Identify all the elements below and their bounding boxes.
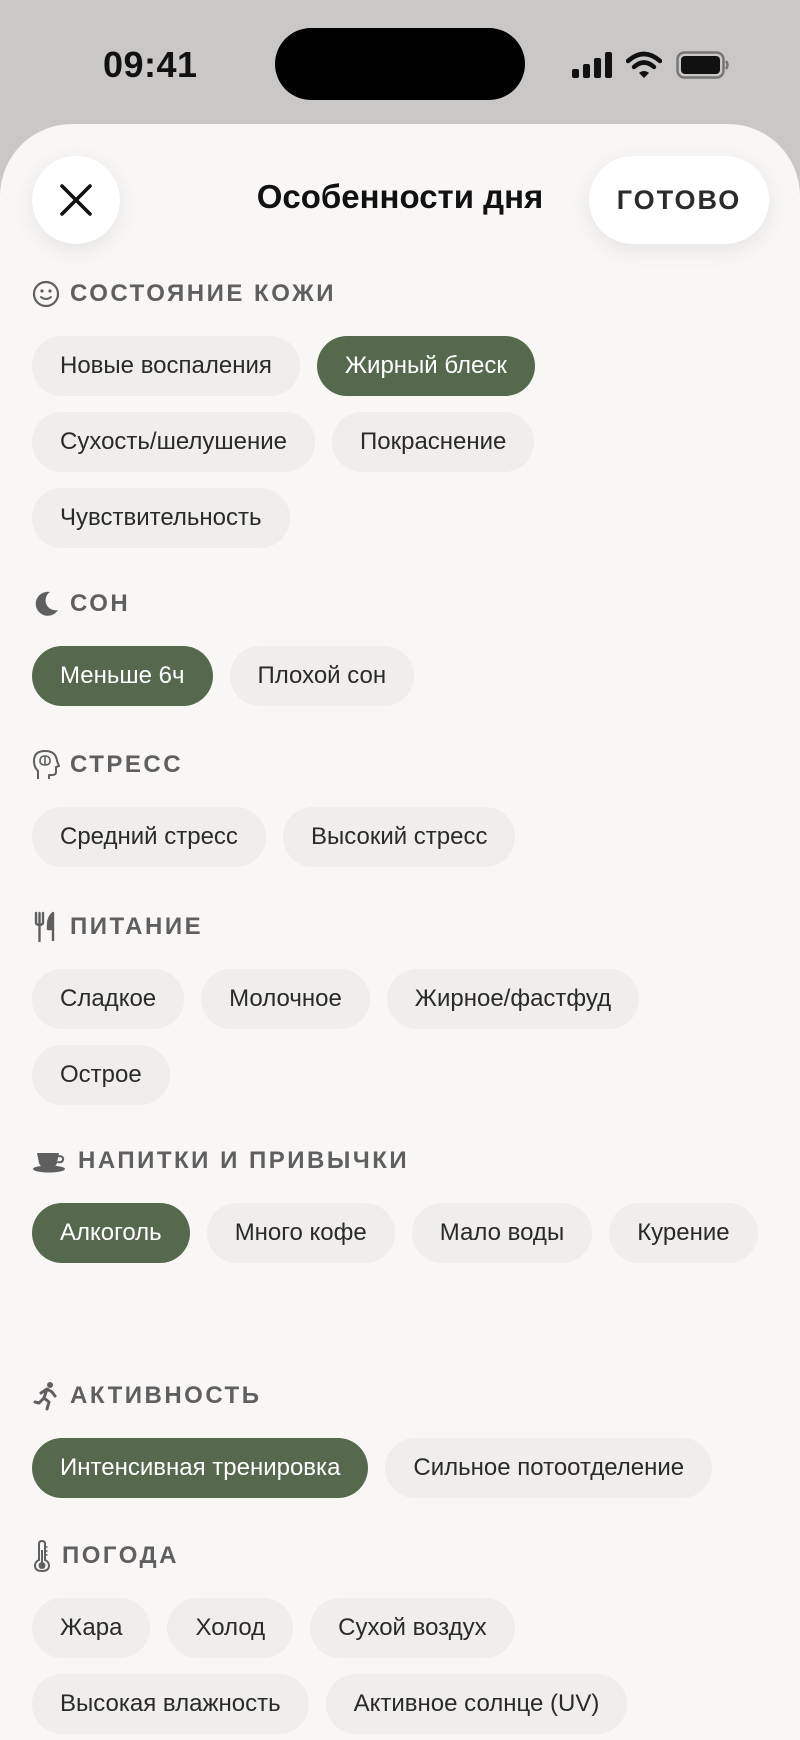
day-features-sheet: Особенности дня ГОТОВО СОСТОЯНИЕ КОЖИ Но… xyxy=(0,124,800,1740)
chip-smoking[interactable]: Курение xyxy=(609,1203,758,1263)
section-skin-condition: СОСТОЯНИЕ КОЖИ Новые воспаления Жирный б… xyxy=(32,274,772,548)
section-header: АКТИВНОСТЬ xyxy=(32,1376,772,1416)
chip-dryness-flaking[interactable]: Сухость/шелушение xyxy=(32,412,315,472)
wifi-icon xyxy=(626,51,662,78)
section-header: ПОГОДА xyxy=(32,1536,772,1576)
chip-less-than-6h[interactable]: Меньше 6ч xyxy=(32,646,213,706)
section-header: НАПИТКИ И ПРИВЫЧКИ xyxy=(32,1141,772,1181)
done-button[interactable]: ГОТОВО xyxy=(589,156,769,244)
status-bar: 09:41 xyxy=(0,0,800,130)
chip-group: Сладкое Молочное Жирное/фастфуд Острое xyxy=(32,969,772,1105)
section-weather: ПОГОДА Жара Холод Сухой воздух Высокая в… xyxy=(32,1536,772,1734)
cellular-signal-icon xyxy=(572,52,612,78)
section-stress: СТРЕСС Средний стресс Высокий стресс xyxy=(32,745,772,867)
chip-new-inflammations[interactable]: Новые воспаления xyxy=(32,336,300,396)
section-nutrition: ПИТАНИЕ Сладкое Молочное Жирное/фастфуд … xyxy=(32,907,772,1105)
chip-sweets[interactable]: Сладкое xyxy=(32,969,185,1029)
chip-dry-air[interactable]: Сухой воздух xyxy=(310,1598,515,1658)
close-button[interactable] xyxy=(32,156,120,244)
thermometer-icon xyxy=(32,1540,52,1572)
status-time: 09:41 xyxy=(103,44,198,85)
chip-little-water[interactable]: Мало воды xyxy=(411,1203,593,1263)
chip-group: Жара Холод Сухой воздух Высокая влажност… xyxy=(32,1598,772,1734)
chip-cold[interactable]: Холод xyxy=(167,1598,294,1658)
chip-intense-workout[interactable]: Интенсивная тренировка xyxy=(32,1438,369,1498)
section-header: СОСТОЯНИЕ КОЖИ xyxy=(32,274,772,314)
status-icons xyxy=(572,48,730,82)
chip-heat[interactable]: Жара xyxy=(32,1598,151,1658)
smiley-icon xyxy=(32,278,60,310)
chip-active-sun-uv[interactable]: Активное солнце (UV) xyxy=(325,1674,628,1734)
section-header: ПИТАНИЕ xyxy=(32,907,772,947)
chip-spicy[interactable]: Острое xyxy=(32,1045,170,1105)
section-header: СОН xyxy=(32,584,772,624)
sheet-title: Особенности дня xyxy=(256,178,544,215)
section-title: НАПИТКИ И ПРИВЫЧКИ xyxy=(78,1147,410,1174)
chip-group: Меньше 6ч Плохой сон xyxy=(32,646,772,706)
brain-head-icon xyxy=(32,749,60,781)
section-title: ПОГОДА xyxy=(62,1542,179,1569)
section-title: АКТИВНОСТЬ xyxy=(70,1382,262,1409)
chip-sensitivity[interactable]: Чувствительность xyxy=(32,488,290,548)
chip-poor-sleep[interactable]: Плохой сон xyxy=(229,646,415,706)
dynamic-island xyxy=(275,28,525,100)
section-title: СОСТОЯНИЕ КОЖИ xyxy=(70,280,336,307)
chip-heavy-sweating[interactable]: Сильное потоотделение xyxy=(385,1438,713,1498)
chip-group: Новые воспаления Жирный блеск Сухость/ше… xyxy=(32,336,772,548)
chip-group: Средний стресс Высокий стресс xyxy=(32,807,772,867)
chip-fatty-fastfood[interactable]: Жирное/фастфуд xyxy=(386,969,640,1029)
section-title: СТРЕСС xyxy=(70,751,184,778)
section-header: СТРЕСС xyxy=(32,745,772,785)
section-activity: АКТИВНОСТЬ Интенсивная тренировка Сильно… xyxy=(32,1376,772,1498)
chip-group: Интенсивная тренировка Сильное потоотдел… xyxy=(32,1438,772,1498)
chip-high-humidity[interactable]: Высокая влажность xyxy=(32,1674,309,1734)
chip-high-stress[interactable]: Высокий стресс xyxy=(282,807,516,867)
section-sleep: СОН Меньше 6ч Плохой сон xyxy=(32,584,772,706)
running-icon xyxy=(32,1380,60,1412)
battery-icon xyxy=(676,51,729,79)
chip-alcohol[interactable]: Алкоголь xyxy=(32,1203,190,1263)
moon-icon xyxy=(32,588,60,620)
cup-icon xyxy=(32,1145,68,1177)
chip-group: Алкоголь Много кофе Мало воды Курение xyxy=(32,1203,772,1263)
section-title: ПИТАНИЕ xyxy=(70,913,204,940)
chip-dairy[interactable]: Молочное xyxy=(201,969,370,1029)
chip-medium-stress[interactable]: Средний стресс xyxy=(32,807,266,867)
section-drinks-habits: НАПИТКИ И ПРИВЫЧКИ Алкоголь Много кофе М… xyxy=(32,1141,772,1263)
close-icon xyxy=(60,184,92,216)
chip-oily-shine[interactable]: Жирный блеск xyxy=(316,336,535,396)
fork-knife-icon xyxy=(32,911,60,943)
chip-much-coffee[interactable]: Много кофе xyxy=(206,1203,395,1263)
section-title: СОН xyxy=(70,590,131,617)
chip-redness[interactable]: Покраснение xyxy=(332,412,535,472)
